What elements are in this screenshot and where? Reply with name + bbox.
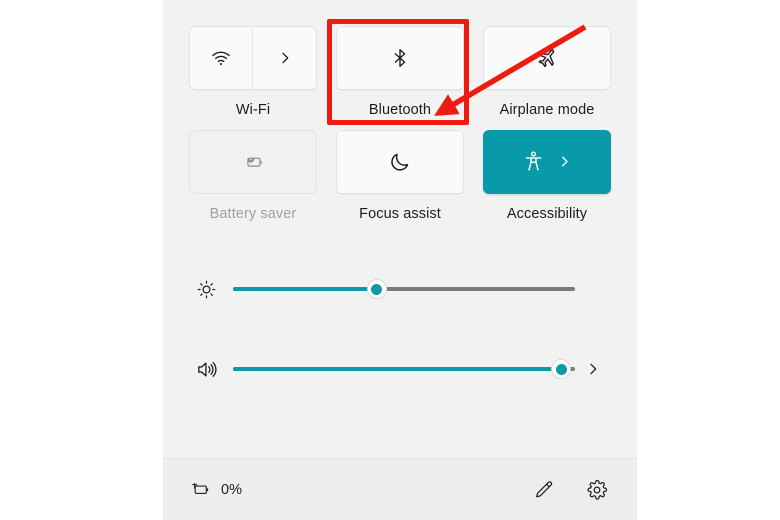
battery-percent-label: 0% (221, 481, 242, 498)
tile-wifi-expand[interactable] (253, 27, 316, 89)
tile-cell-bluetooth: Bluetooth (336, 26, 464, 118)
battery-saver-icon (240, 149, 266, 175)
tile-label-wifi: Wi-Fi (235, 102, 271, 118)
screenshot-canvas: Wi-Fi Bluetooth Airplane mode Battery sa… (0, 0, 780, 520)
brightness-icon (189, 279, 223, 300)
quick-settings-tile-grid: Wi-Fi Bluetooth Airplane mode Battery sa… (163, 0, 637, 233)
slider-row-volume (189, 341, 611, 397)
moon-icon (388, 150, 412, 174)
edit-quick-settings-button[interactable] (525, 472, 561, 508)
tile-cell-focus-assist: Focus assist (336, 129, 464, 222)
chevron-right-icon (585, 361, 601, 377)
volume-icon[interactable] (189, 358, 223, 381)
tile-label-airplane-mode: Airplane mode (499, 102, 595, 118)
volume-expand-button[interactable] (575, 361, 611, 377)
tile-cell-airplane-mode: Airplane mode (483, 26, 611, 118)
chevron-right-icon[interactable] (557, 154, 572, 169)
footer-actions (525, 472, 615, 508)
all-settings-button[interactable] (579, 472, 615, 508)
brightness-track-fill (233, 287, 377, 291)
tile-label-accessibility: Accessibility (506, 205, 588, 222)
tile-battery-saver[interactable] (189, 129, 317, 194)
bluetooth-icon (389, 47, 411, 69)
gear-icon (586, 479, 608, 501)
tile-label-battery-saver: Battery saver (209, 205, 297, 222)
tile-bluetooth[interactable] (336, 26, 464, 90)
brightness-slider[interactable] (233, 278, 575, 300)
volume-slider[interactable] (233, 358, 575, 380)
volume-thumb[interactable] (551, 359, 572, 379)
tile-row-2: Battery saver Focus assist Accessibility (189, 129, 611, 222)
brightness-thumb[interactable] (366, 279, 387, 299)
slider-row-brightness (189, 261, 611, 317)
tile-label-bluetooth: Bluetooth (368, 102, 432, 118)
quick-settings-panel: Wi-Fi Bluetooth Airplane mode Battery sa… (163, 0, 637, 520)
battery-status: 0% (189, 480, 242, 500)
chevron-right-icon (277, 50, 293, 66)
volume-track-fill (233, 367, 562, 371)
tile-accessibility[interactable] (483, 129, 611, 194)
tile-label-focus-assist: Focus assist (359, 205, 441, 222)
quick-settings-sliders (163, 233, 637, 458)
accessibility-icon (522, 150, 545, 173)
tile-cell-accessibility: Accessibility (483, 129, 611, 222)
tile-wifi-toggle[interactable] (190, 27, 253, 89)
airplane-icon (535, 46, 559, 70)
tile-row-1: Wi-Fi Bluetooth Airplane mode (189, 26, 611, 118)
tile-focus-assist[interactable] (336, 129, 464, 194)
wifi-icon (210, 47, 232, 69)
battery-charging-icon (189, 480, 213, 500)
quick-settings-footer: 0% (163, 458, 637, 520)
tile-cell-battery-saver: Battery saver (189, 129, 317, 222)
tile-airplane-mode[interactable] (483, 26, 611, 90)
tile-wifi[interactable] (189, 26, 317, 90)
pencil-icon (533, 479, 554, 500)
tile-cell-wifi: Wi-Fi (189, 26, 317, 118)
